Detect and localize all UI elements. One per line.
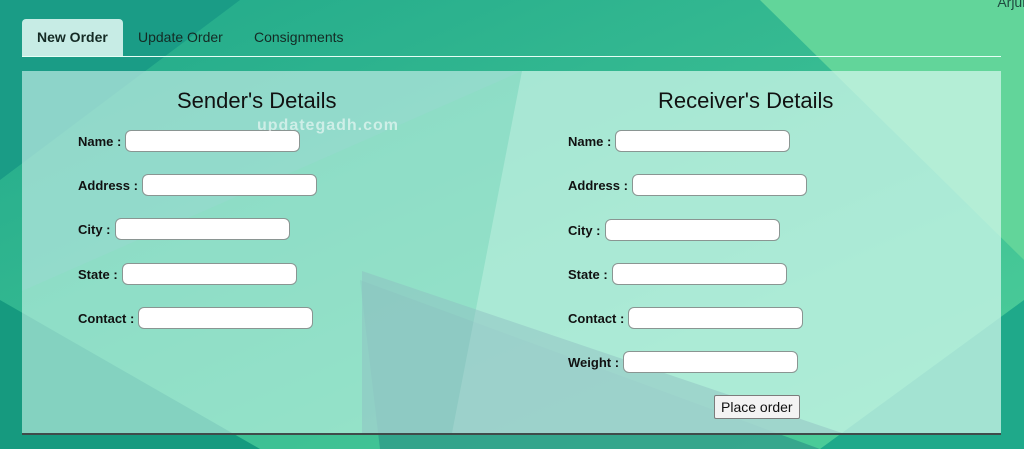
- tab-bar: New Order Update Order Consignments: [22, 19, 1001, 57]
- panel-background-art: [22, 71, 1001, 433]
- sender-name-label: Name :: [78, 133, 122, 149]
- sender-contact-label: Contact :: [78, 310, 135, 326]
- sender-city-row: City :: [78, 216, 290, 242]
- receiver-address-input[interactable]: [631, 174, 807, 196]
- receiver-contact-row: Contact :: [568, 305, 804, 331]
- receiver-state-row: State :: [568, 261, 787, 287]
- sender-contact-input[interactable]: [138, 307, 314, 329]
- sender-contact-row: Contact :: [78, 305, 314, 331]
- receiver-contact-input[interactable]: [628, 307, 804, 329]
- sender-state-label: State :: [78, 266, 118, 282]
- receiver-name-row: Name :: [568, 128, 791, 154]
- sender-address-input[interactable]: [141, 174, 317, 196]
- receiver-details-title: Receiver's Details: [658, 88, 834, 113]
- sender-state-row: State :: [78, 261, 297, 287]
- receiver-state-input[interactable]: [611, 263, 787, 285]
- receiver-weight-row: Weight :: [568, 349, 799, 375]
- tab-consignments[interactable]: Consignments: [240, 19, 358, 56]
- receiver-name-input[interactable]: [615, 130, 791, 152]
- receiver-state-label: State :: [568, 266, 608, 282]
- tab-new-order[interactable]: New Order: [22, 19, 123, 56]
- receiver-city-label: City :: [568, 222, 601, 238]
- receiver-name-label: Name :: [568, 133, 612, 149]
- place-order-button[interactable]: Place order: [714, 395, 800, 419]
- sender-address-label: Address :: [78, 177, 138, 193]
- receiver-address-label: Address :: [568, 177, 628, 193]
- order-form-panel: Sender's Details Name : Address : City :…: [22, 71, 1001, 435]
- receiver-city-row: City :: [568, 217, 780, 243]
- user-name[interactable]: Arjun: [997, 0, 1024, 10]
- sender-state-input[interactable]: [121, 263, 297, 285]
- receiver-address-row: Address :: [568, 172, 807, 198]
- receiver-weight-input[interactable]: [623, 351, 799, 373]
- watermark: updategadh.com: [257, 117, 400, 134]
- sender-address-row: Address :: [78, 172, 317, 198]
- receiver-weight-label: Weight :: [568, 354, 620, 370]
- tab-update-order[interactable]: Update Order: [124, 19, 237, 56]
- sender-city-label: City :: [78, 221, 111, 237]
- receiver-city-input[interactable]: [604, 219, 780, 241]
- sender-city-input[interactable]: [114, 218, 290, 240]
- sender-details-title: Sender's Details: [177, 88, 337, 113]
- receiver-contact-label: Contact :: [568, 310, 625, 326]
